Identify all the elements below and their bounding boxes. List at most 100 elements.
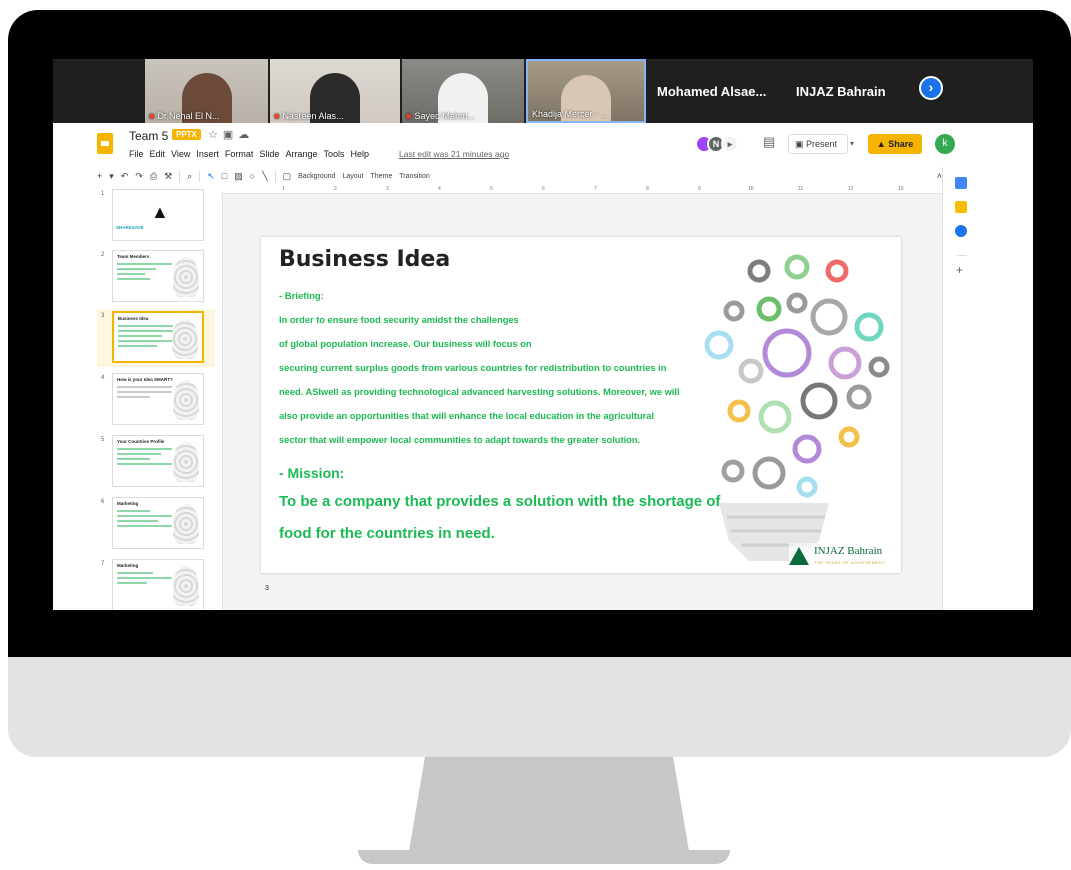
slide-thumbnail[interactable]: 7 Marketing <box>97 557 215 610</box>
account-avatar[interactable]: k <box>935 134 955 154</box>
chevron-down-icon[interactable]: ▾ <box>109 171 114 182</box>
present-dropdown[interactable]: ▾ <box>850 134 862 154</box>
menu-help[interactable]: Help <box>350 149 369 159</box>
monitor-chin <box>8 657 1071 757</box>
vertical-ruler <box>215 185 223 610</box>
slide-thumbnail[interactable]: 5 Your Countries Profile <box>97 433 215 491</box>
move-folder-icon[interactable]: ▣ <box>223 129 238 141</box>
briefing-body[interactable]: In order to ensure food security amidst … <box>279 315 799 459</box>
last-edit-link[interactable]: Last edit was 21 minutes ago <box>399 149 509 159</box>
shape-icon[interactable]: ○ <box>250 171 255 181</box>
injaz-logo-icon <box>789 547 809 565</box>
zoom-icon[interactable]: ⌕ <box>187 171 192 182</box>
print-icon[interactable]: ⎙ <box>150 171 157 182</box>
mission-label[interactable]: - Mission: <box>279 465 344 481</box>
side-panel: + <box>942 167 981 610</box>
background-button[interactable]: Background <box>298 173 335 180</box>
present-icon: ▣ <box>795 139 807 149</box>
gear-bulb-thumbnail <box>173 257 199 297</box>
chevron-down-icon: ▾ <box>850 139 855 148</box>
slides-app: Team 5 PPTX ☆▣☁ File Edit View Insert Fo… <box>53 123 1033 610</box>
gear-bulb-thumbnail <box>173 442 199 482</box>
slide-number: 3 <box>265 585 269 592</box>
app-header: Team 5 PPTX ☆▣☁ File Edit View Insert Fo… <box>53 123 1033 167</box>
menu-format[interactable]: Format <box>225 149 254 159</box>
keep-icon[interactable] <box>955 201 967 213</box>
menu-arrange[interactable]: Arrange <box>285 149 317 159</box>
tasks-icon[interactable] <box>955 225 967 237</box>
text-box-icon[interactable]: □ <box>222 171 227 181</box>
participant-name-tile[interactable]: INJAZ Bahrain <box>796 59 886 123</box>
slide-thumbnail[interactable]: 2 Team Members <box>97 248 215 306</box>
document-title[interactable]: Team 5 <box>129 129 168 143</box>
slide-thumbnail[interactable]: 4 How is your Idea SMART? <box>97 371 215 429</box>
participant-tile[interactable]: ■ Sayed Mahm... <box>402 59 524 123</box>
add-ons-icon[interactable]: + <box>956 263 963 277</box>
participant-tile[interactable]: ■ Dr.Nehal El N... <box>145 59 268 123</box>
redo-icon[interactable]: ↷ <box>135 171 143 182</box>
participant-tile-active[interactable]: Khadija Mercer - ... <box>526 59 646 123</box>
theme-button[interactable]: Theme <box>370 173 392 180</box>
slide-thumbnail-selected[interactable]: 3 Business Idea <box>97 309 215 367</box>
slide-title[interactable]: Business Idea <box>279 247 450 272</box>
participant-name-tile[interactable]: Mohamed Alsae... <box>657 59 766 123</box>
participant-name: Sayed Mahm... <box>414 111 475 121</box>
monitor-stand-base <box>358 850 730 864</box>
horizontal-ruler: 1 2 3 4 5 6 7 8 9 10 11 12 13 <box>222 185 942 194</box>
menu-insert[interactable]: Insert <box>196 149 219 159</box>
mission-line: food for the countries in need. <box>279 525 495 542</box>
slide[interactable]: Business Idea - Briefing: In order to en… <box>261 237 901 573</box>
participant-name: Dr.Nehal El N... <box>157 111 220 121</box>
title-actions: ☆▣☁ <box>208 128 254 141</box>
filmstrip: 1 ▲ SHARESAVE 2 Team Members 3 Business … <box>97 185 216 610</box>
mission-line: To be a company that provides a solution… <box>279 493 721 510</box>
monitor-stand <box>408 757 690 857</box>
chevron-right-icon: › <box>928 79 934 95</box>
share-button[interactable]: ▲ Share <box>868 134 922 154</box>
star-icon[interactable]: ☆ <box>208 129 223 141</box>
layout-button[interactable]: Layout <box>342 173 363 180</box>
warning-icon: ▲ <box>151 202 169 222</box>
toolbar: + ▾ ↶ ↷ ⎙ ⚒ ⌕ ↖ □ ▨ ○ ╲ ▢ Background Lay… <box>97 167 942 186</box>
menu-slide[interactable]: Slide <box>259 149 279 159</box>
comment-history-icon[interactable]: ▤ <box>763 134 775 150</box>
participant-name: Khadija Mercer - ... <box>532 109 609 119</box>
gear-bulb-thumbnail <box>173 504 199 544</box>
meet-present-icon[interactable]: ▸ <box>721 135 739 153</box>
participant-tile[interactable]: ■ Nasreen Alas... <box>270 59 400 123</box>
injaz-logo: INJAZ Bahrain THE YEARS OF ACHIEVEMENT <box>789 543 901 571</box>
cloud-status-icon[interactable]: ☁ <box>238 129 254 141</box>
gear-bulb-thumbnail <box>172 319 198 359</box>
select-cursor-icon[interactable]: ↖ <box>207 171 215 182</box>
paint-format-icon[interactable]: ⚒ <box>164 171 172 182</box>
screen: ■ Dr.Nehal El N... ■ Nasreen Alas... ■ Saye… <box>53 59 1033 610</box>
slide-thumbnail[interactable]: 6 Marketing <box>97 495 215 553</box>
comment-icon[interactable]: ▢ <box>283 171 292 182</box>
menu-file[interactable]: File <box>129 149 144 159</box>
menu-view[interactable]: View <box>171 149 190 159</box>
undo-icon[interactable]: ↶ <box>121 171 129 182</box>
body-line: also provide an opportunities that will … <box>279 411 655 421</box>
present-button[interactable]: ▣ Present <box>788 134 848 154</box>
gear-bulb-thumbnail <box>173 566 199 606</box>
image-icon[interactable]: ▨ <box>234 171 243 182</box>
participant-name: Nasreen Alas... <box>282 111 344 121</box>
menu-bar: File Edit View Insert Format Slide Arran… <box>129 149 369 159</box>
transition-button[interactable]: Transition <box>399 173 429 180</box>
menu-edit[interactable]: Edit <box>150 149 166 159</box>
line-icon[interactable]: ╲ <box>262 171 267 182</box>
calendar-icon[interactable] <box>955 177 967 189</box>
body-line: sector that will empower local communiti… <box>279 435 641 445</box>
body-line: securing current surplus goods from vari… <box>279 363 667 373</box>
menu-tools[interactable]: Tools <box>323 149 344 159</box>
gear-bulb-thumbnail <box>173 380 199 420</box>
slide-thumbnail[interactable]: 1 ▲ SHARESAVE <box>97 187 215 245</box>
mission-body[interactable]: To be a company that provides a solution… <box>279 493 799 557</box>
briefing-label[interactable]: - Briefing: <box>279 291 324 302</box>
file-type-badge: PPTX <box>172 129 201 140</box>
slides-logo-icon[interactable] <box>97 133 113 154</box>
next-participants-button[interactable]: › <box>919 76 943 100</box>
body-line: of global population increase. Our busin… <box>279 339 532 349</box>
new-slide-icon[interactable]: + <box>97 171 102 181</box>
body-line: need. ASIwell as providing technological… <box>279 387 680 397</box>
